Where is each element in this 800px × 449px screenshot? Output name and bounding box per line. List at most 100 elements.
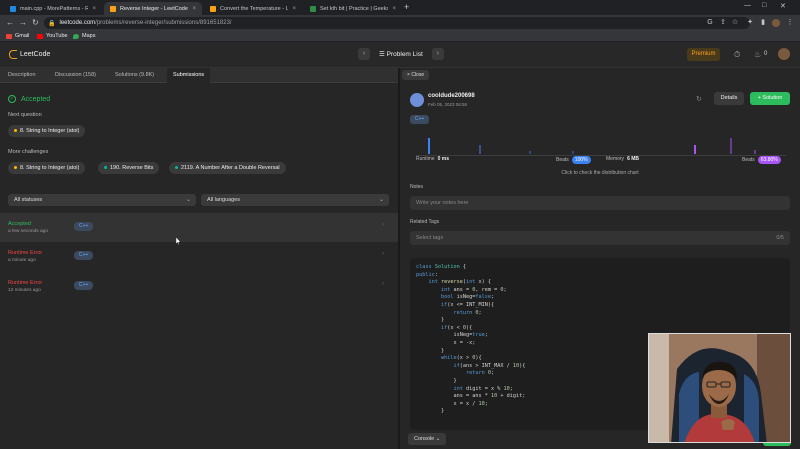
runtime-bar: [479, 145, 481, 154]
url-path: /problems/reverse-integer/submissions/89…: [95, 20, 232, 26]
challenge-chip[interactable]: 190. Reverse Bits: [98, 162, 160, 174]
more-challenges-label: More challenges: [8, 149, 49, 155]
submission-row[interactable]: Accepted a few seconds ago C++ ›: [0, 213, 398, 242]
refresh-icon[interactable]: ↻: [696, 95, 702, 103]
google-icon[interactable]: G: [706, 19, 714, 27]
challenge-title: 190. Reverse Bits: [110, 165, 154, 171]
bookmark-youtube[interactable]: YouTube: [37, 33, 68, 39]
notes-input[interactable]: Write your notes here: [410, 196, 790, 210]
distribution-chart[interactable]: [416, 128, 786, 156]
leetcode-logo-icon: [9, 50, 17, 59]
maps-icon: [73, 33, 79, 39]
presenter-video-image: [649, 334, 790, 442]
tab-discussion[interactable]: Discussion (158): [49, 68, 102, 83]
vscode-favicon-icon: [10, 5, 16, 12]
address-bar[interactable]: 🔒 leetcode.com/problems/reverse-integer/…: [44, 17, 750, 29]
reload-icon[interactable]: ↻: [32, 18, 39, 27]
tags-select[interactable]: Select tags 0/5: [410, 231, 790, 245]
back-icon[interactable]: ←: [6, 18, 14, 27]
close-tab-icon[interactable]: ×: [292, 6, 296, 12]
accepted-banner: ✓ Accepted: [8, 95, 50, 103]
browser-tab-title: Set kth bit | Practice | Geeksfo: [320, 5, 389, 12]
language-tag: C++: [410, 115, 430, 124]
problem-list-nav: ‹ ☰ Problem List ›: [358, 48, 444, 60]
runtime-value: 0 ms: [437, 156, 450, 162]
browser-tab-2[interactable]: Reverse Integer - LeetCode ×: [104, 2, 202, 15]
status-filter-select[interactable]: All statuses ⌄: [8, 194, 196, 206]
submissions-panel: ✓ Accepted Next question 8. String to In…: [0, 83, 398, 449]
memory-beats-stat: Beats 63.80%: [742, 156, 781, 164]
close-button[interactable]: × Close: [402, 70, 430, 80]
bookmark-label: YouTube: [46, 33, 68, 39]
browser-tab-strip: main.cpp - MorePatterns - Rep × Reverse …: [0, 0, 800, 15]
close-tab-icon[interactable]: ×: [92, 6, 96, 12]
close-tab-icon[interactable]: ×: [392, 6, 396, 12]
maximize-icon[interactable]: □: [762, 2, 766, 9]
submission-status: Runtime Error: [8, 280, 43, 286]
new-tab-button[interactable]: +: [404, 2, 409, 12]
bookmark-gmail[interactable]: Gmail: [6, 33, 29, 39]
challenge-chip[interactable]: 8. String to Integer (atoi): [8, 162, 86, 174]
details-button[interactable]: Details: [714, 92, 744, 105]
browser-tab-3[interactable]: Convert the Temperature - Lee ×: [204, 2, 302, 15]
tab-submissions[interactable]: Submissions: [167, 68, 211, 83]
webcam-overlay: [648, 333, 791, 443]
window-close-icon[interactable]: ✕: [780, 2, 786, 10]
timer-icon[interactable]: ⏱: [734, 50, 740, 60]
next-question-label: Next question: [8, 112, 42, 118]
tags-placeholder: Select tags: [416, 235, 444, 241]
minimize-icon[interactable]: —: [744, 2, 751, 9]
language-filter-select[interactable]: All languages ⌄: [201, 194, 389, 206]
username[interactable]: cooldude200698: [428, 93, 475, 99]
submission-language-badge: C++: [74, 251, 94, 260]
browser-tab-1[interactable]: main.cpp - MorePatterns - Rep ×: [4, 2, 102, 15]
runtime-label: Runtime: [416, 156, 435, 162]
submission-row[interactable]: Runtime Error a minute ago C++ ›: [0, 242, 398, 271]
submission-language-badge: C++: [74, 281, 94, 290]
gfg-favicon-icon: [310, 5, 316, 12]
submission-date: Feb 05, 2023 06:58: [428, 102, 468, 107]
challenge-title: 2119. A Number After a Double Reversal: [181, 165, 280, 171]
leetcode-favicon-icon: [110, 5, 116, 12]
profile-avatar[interactable]: [772, 19, 780, 27]
menu-icon[interactable]: ⋮: [786, 19, 794, 27]
tab-solutions[interactable]: Solutions (9.8K): [109, 68, 160, 83]
bookmark-star-icon[interactable]: ☆: [731, 19, 739, 27]
challenge-chip[interactable]: 2119. A Number After a Double Reversal: [169, 162, 286, 174]
bookmark-maps[interactable]: Maps: [73, 33, 95, 39]
runtime-bar: [572, 151, 574, 154]
tab-description[interactable]: Description: [2, 68, 42, 83]
chevron-right-icon: ›: [382, 222, 384, 228]
browser-tab-4[interactable]: Set kth bit | Practice | Geeksfo ×: [304, 2, 402, 15]
close-tab-icon[interactable]: ×: [192, 6, 196, 12]
submission-row[interactable]: Runtime Error 12 minutes ago C++ ›: [0, 272, 398, 301]
runtime-bar: [428, 138, 430, 154]
notes-label: Notes: [410, 184, 424, 190]
share-icon[interactable]: ⇪: [719, 19, 727, 27]
leetcode-logo[interactable]: LeetCode: [9, 50, 50, 59]
prev-problem-button[interactable]: ‹: [358, 48, 370, 60]
next-problem-button[interactable]: ›: [431, 48, 444, 60]
streak-fire-icon[interactable]: ♨: [754, 50, 761, 59]
user-avatar[interactable]: [778, 48, 790, 60]
chevron-down-icon: ⌄: [185, 197, 191, 203]
premium-button[interactable]: Premium: [687, 48, 720, 61]
close-label: Close: [411, 72, 425, 78]
chart-axis: [416, 155, 786, 156]
distribution-hint[interactable]: Click to check the distribution chart: [400, 170, 800, 176]
challenge-title: 8. String to Integer (atoi): [20, 165, 80, 171]
submission-language-badge: C++: [74, 222, 94, 231]
sidepanel-icon[interactable]: ▮: [759, 19, 767, 27]
memory-bar: [694, 145, 696, 154]
extensions-icon[interactable]: ✦: [746, 19, 754, 27]
forward-icon[interactable]: →: [19, 18, 27, 27]
problem-list-button[interactable]: ☰ Problem List: [374, 50, 428, 58]
console-button[interactable]: Console ⌄: [408, 433, 447, 445]
check-circle-icon: ✓: [8, 95, 16, 103]
bookmarks-bar: Gmail YouTube Maps: [0, 31, 800, 42]
avatar[interactable]: [410, 93, 424, 107]
next-question-chip[interactable]: 8. String to Integer (atoi): [8, 125, 86, 137]
youtube-icon: [37, 33, 43, 39]
runtime-beats-stat: Beats 100%: [556, 156, 591, 164]
post-solution-button[interactable]: + Solution: [750, 92, 790, 105]
